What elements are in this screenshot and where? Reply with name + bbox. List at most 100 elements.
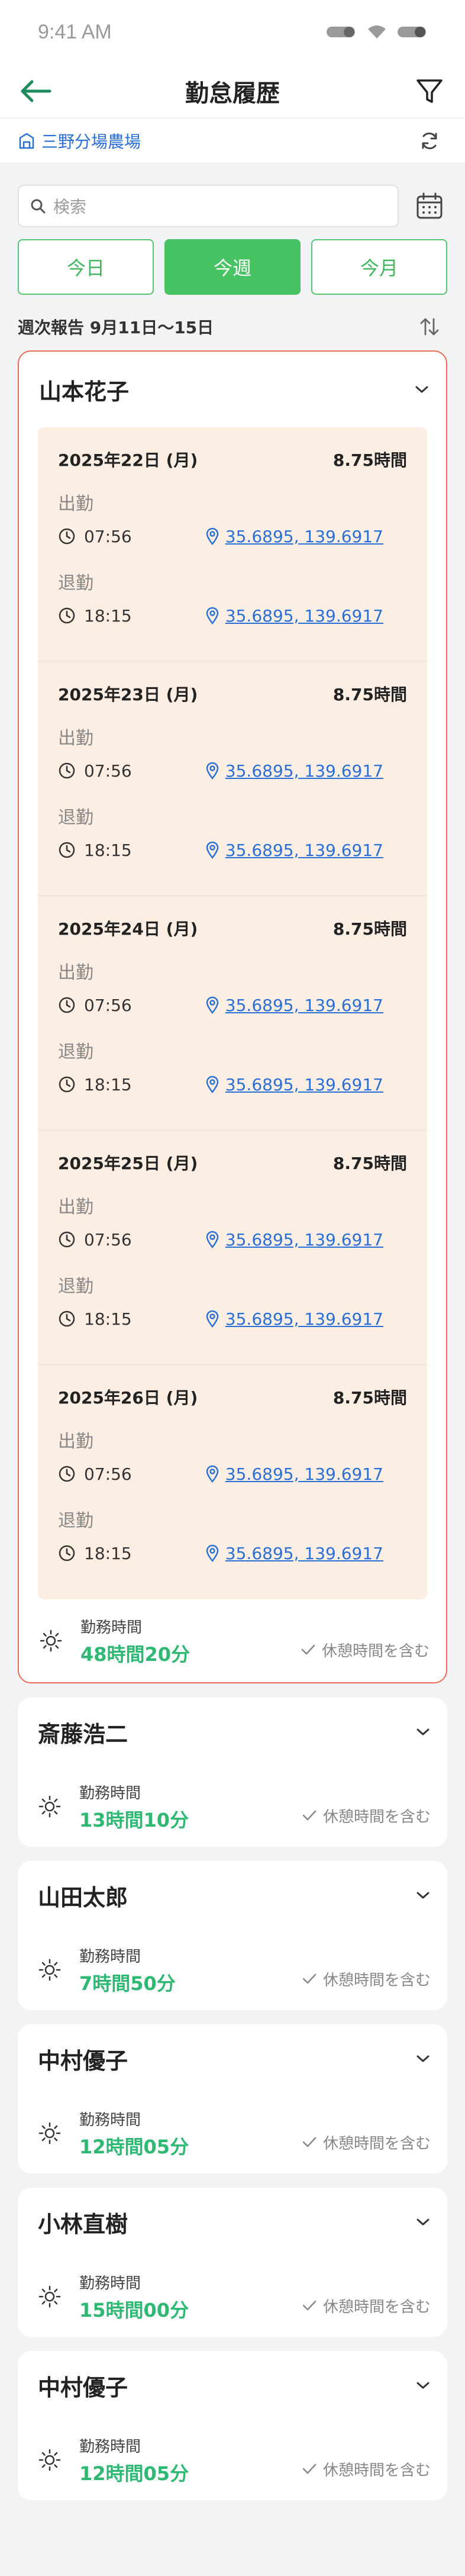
filter-button[interactable] (412, 73, 447, 109)
day-date: 2025年22日 (月) (58, 450, 198, 470)
back-button[interactable] (18, 73, 53, 109)
clock-in-location-link[interactable]: 35.6895, 139.6917 (205, 1464, 383, 1484)
summary-label: 勤務時間 (79, 2111, 141, 2129)
clock-in-label: 出勤 (58, 1197, 93, 1218)
refresh-icon (422, 132, 437, 149)
check-icon (302, 2300, 317, 2311)
employee-card: 山本花子 2025年22日 (月) 8.75時間 出勤 07:56 35.6895… (18, 350, 447, 1683)
search-input[interactable]: 検索 (18, 185, 399, 227)
day-hours: 8.75時間 (332, 1154, 407, 1173)
work-summary: 勤務時間 12時間05分 休憩時間を含む (18, 2420, 447, 2500)
clock-icon (59, 1545, 75, 1561)
battery-icon (398, 27, 426, 37)
clock-out-label: 退勤 (58, 573, 93, 594)
clock-in-time: 07:56 (84, 1464, 132, 1484)
clock-out-location-link[interactable]: 35.6895, 139.6917 (205, 606, 383, 626)
employee-card: 山田太郎 勤務時間 7時間50分 休憩時間を含む (18, 1861, 447, 2010)
employee-card: 中村優子 勤務時間 12時間05分 休憩時間を含む (18, 2351, 447, 2500)
clock-out-time: 18:15 (84, 1309, 132, 1329)
total-hours: 12時間05分 (79, 2135, 189, 2158)
employee-name: 山田太郎 (38, 1884, 128, 1911)
total-hours: 48時間20分 (80, 1643, 190, 1666)
clock-out-location-link[interactable]: 35.6895, 139.6917 (205, 841, 383, 860)
clock-out-coordinates: 35.6895, 139.6917 (225, 840, 383, 860)
chevron-down-icon (416, 1728, 430, 1735)
clock-icon (59, 1466, 75, 1482)
clock-in-coordinates: 35.6895, 139.6917 (225, 1229, 383, 1250)
clock-out-time: 18:15 (84, 840, 132, 860)
search-placeholder: 検索 (53, 197, 87, 217)
clock-in-location-link[interactable]: 35.6895, 139.6917 (205, 1230, 383, 1250)
day-date: 2025年26日 (月) (58, 1388, 198, 1408)
clock-in-coordinates: 35.6895, 139.6917 (225, 995, 383, 1015)
status-icons (325, 24, 428, 40)
calendar-button[interactable] (412, 188, 447, 224)
check-icon (302, 1810, 317, 1821)
employee-name: 小林直樹 (38, 2211, 128, 2237)
note-text: 休憩時間を含む (322, 1808, 431, 1826)
tab-this-month[interactable]: 今月 (311, 239, 447, 295)
clock-icon (59, 1310, 75, 1327)
tab-today[interactable]: 今日 (18, 239, 154, 295)
summary-label: 勤務時間 (80, 1618, 143, 1637)
employee-card-header[interactable]: 中村優子 (18, 2024, 447, 2093)
note-text: 休憩時間を含む (322, 2461, 431, 2480)
check-icon (302, 1973, 317, 1984)
clock-in-label: 出勤 (58, 1431, 93, 1452)
sun-icon (38, 2449, 61, 2471)
period-tabs: 今日 今週 今月 (0, 239, 465, 295)
employee-name: 斎藤浩二 (38, 1721, 128, 1747)
break-included-note: 休憩時間を含む (302, 1805, 431, 1827)
clock-in-location-link[interactable]: 35.6895, 139.6917 (205, 996, 383, 1015)
clock-out-label: 退勤 (58, 1276, 93, 1297)
note-text: 休憩時間を含む (322, 2134, 431, 2153)
wifi-icon (368, 25, 386, 38)
clock-out-location-link[interactable]: 35.6895, 139.6917 (205, 1075, 383, 1094)
farm-name: 三野分場農場 (41, 131, 141, 152)
day-hours: 8.75時間 (332, 450, 407, 470)
check-icon (302, 2137, 317, 2147)
total-hours: 7時間50分 (79, 1972, 176, 1995)
location-pin-icon (206, 1076, 219, 1093)
day-entry: 2025年23日 (月) 8.75時間 出勤 07:56 35.6895, 139… (38, 662, 427, 896)
employee-card: 中村優子 勤務時間 12時間05分 休憩時間を含む (18, 2024, 447, 2174)
clock-in-coordinates: 35.6895, 139.6917 (225, 761, 383, 781)
status-time: 9:41 AM (38, 20, 112, 43)
location-pin-icon (206, 762, 219, 780)
sun-icon (38, 1959, 61, 1981)
location-pin-icon (206, 1544, 219, 1562)
day-list: 2025年22日 (月) 8.75時間 出勤 07:56 35.6895, 139… (38, 427, 427, 1599)
summary-label: 勤務時間 (79, 2437, 141, 2456)
arrow-left-icon (21, 80, 51, 102)
farm-selector[interactable]: 三野分場農場 (18, 129, 141, 153)
chevron-down-icon (416, 2218, 430, 2226)
clock-out-location-link[interactable]: 35.6895, 139.6917 (205, 1544, 383, 1563)
building-icon (19, 133, 34, 149)
work-summary: 勤務時間 12時間05分 休憩時間を含む (18, 2093, 447, 2174)
employee-card-header[interactable]: 山田太郎 (18, 1861, 447, 1930)
day-hours: 8.75時間 (332, 919, 407, 939)
switch-farm-button[interactable] (412, 123, 447, 159)
clock-out-time: 18:15 (84, 1543, 132, 1563)
sort-button[interactable] (412, 309, 447, 344)
total-hours: 15時間00分 (79, 2298, 189, 2321)
employee-card-header[interactable]: 小林直樹 (18, 2188, 447, 2256)
employee-card-header[interactable]: 斎藤浩二 (18, 1698, 447, 1766)
summary-label: 勤務時間 (79, 1784, 141, 1802)
clock-in-time: 07:56 (84, 1229, 132, 1250)
employee-card-header[interactable]: 山本花子 (19, 352, 446, 427)
clock-out-location-link[interactable]: 35.6895, 139.6917 (205, 1309, 383, 1329)
tab-this-week[interactable]: 今週 (164, 239, 301, 295)
sun-icon (38, 1795, 61, 1818)
day-entry: 2025年26日 (月) 8.75時間 出勤 07:56 35.6895, 139… (38, 1365, 427, 1599)
break-included-note: 休憩時間を含む (302, 2131, 431, 2153)
chevron-down-icon (416, 2382, 430, 2389)
day-date: 2025年25日 (月) (58, 1154, 198, 1173)
employee-card: 斎藤浩二 勤務時間 13時間10分 休憩時間を含む (18, 1698, 447, 1847)
employee-card-header[interactable]: 中村優子 (18, 2351, 447, 2420)
clock-in-label: 出勤 (58, 494, 93, 514)
clock-in-location-link[interactable]: 35.6895, 139.6917 (205, 761, 383, 781)
clock-in-label: 出勤 (58, 962, 93, 983)
filter-icon (416, 79, 443, 103)
clock-in-location-link[interactable]: 35.6895, 139.6917 (205, 527, 383, 546)
